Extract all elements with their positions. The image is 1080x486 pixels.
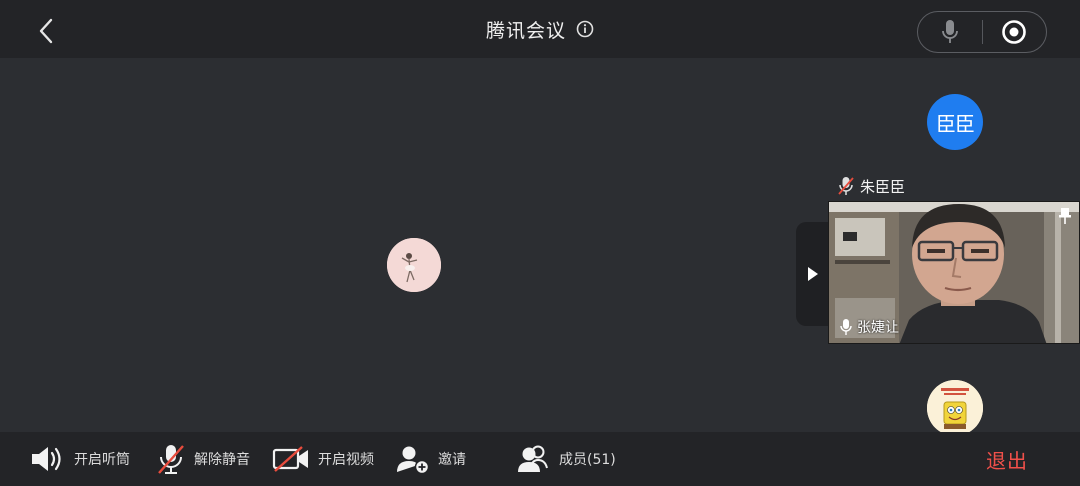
members-icon xyxy=(518,445,548,472)
add-user-icon xyxy=(397,446,430,474)
video-tile-label: 张婕让 xyxy=(839,317,899,337)
exit-button[interactable]: 退出 xyxy=(986,432,1028,486)
chevron-left-icon xyxy=(39,18,53,44)
speaker-label: 开启听筒 xyxy=(74,452,130,468)
meeting-title: 腾讯会议 xyxy=(485,19,566,42)
record-button[interactable] xyxy=(983,12,1047,52)
unmute-button[interactable]: 解除静音 xyxy=(156,432,250,486)
play-triangle-icon xyxy=(808,267,818,281)
active-speaker-avatar[interactable] xyxy=(387,238,441,292)
video-label: 开启视频 xyxy=(318,452,374,468)
top-controls-pill xyxy=(917,11,1047,53)
video-button[interactable]: 开启视频 xyxy=(272,432,374,486)
speaker-icon xyxy=(32,447,61,471)
microphone-icon xyxy=(840,319,852,335)
speaker-button[interactable]: 开启听筒 xyxy=(30,432,130,486)
pin-icon[interactable] xyxy=(1057,207,1073,225)
participant-avatar-blue[interactable]: 臣臣 xyxy=(927,94,983,150)
spongebob-avatar-image xyxy=(927,380,983,436)
back-button[interactable] xyxy=(30,14,62,48)
participant-name: 朱臣臣 xyxy=(860,177,906,196)
collapse-panel-button[interactable] xyxy=(796,222,830,326)
info-icon[interactable] xyxy=(576,20,594,38)
mic-muted-icon xyxy=(838,177,854,195)
record-icon xyxy=(1002,20,1027,44)
participant-name-row: 朱臣臣 xyxy=(837,175,905,197)
camera-off-icon xyxy=(272,446,308,472)
invite-button[interactable]: 邀请 xyxy=(396,432,466,486)
mic-muted-icon xyxy=(158,445,184,474)
invite-label: 邀请 xyxy=(438,452,466,468)
microphone-icon xyxy=(941,20,958,43)
participant-avatar-spongebob[interactable] xyxy=(927,380,983,436)
members-button[interactable]: 成员(51) xyxy=(517,432,616,486)
mic-button[interactable] xyxy=(918,12,982,52)
members-label: 成员(51) xyxy=(559,452,616,468)
video-tile-name: 张婕让 xyxy=(857,320,899,336)
bottom-toolbar: 开启听筒 解除静音 开启视频 邀请 成员(51) 退出 xyxy=(0,432,1080,486)
unmute-label: 解除静音 xyxy=(194,452,250,468)
dancer-avatar-image xyxy=(387,238,441,292)
top-bar: 腾讯会议 xyxy=(0,0,1080,58)
participant-video-tile[interactable]: 张婕让 xyxy=(828,201,1080,344)
